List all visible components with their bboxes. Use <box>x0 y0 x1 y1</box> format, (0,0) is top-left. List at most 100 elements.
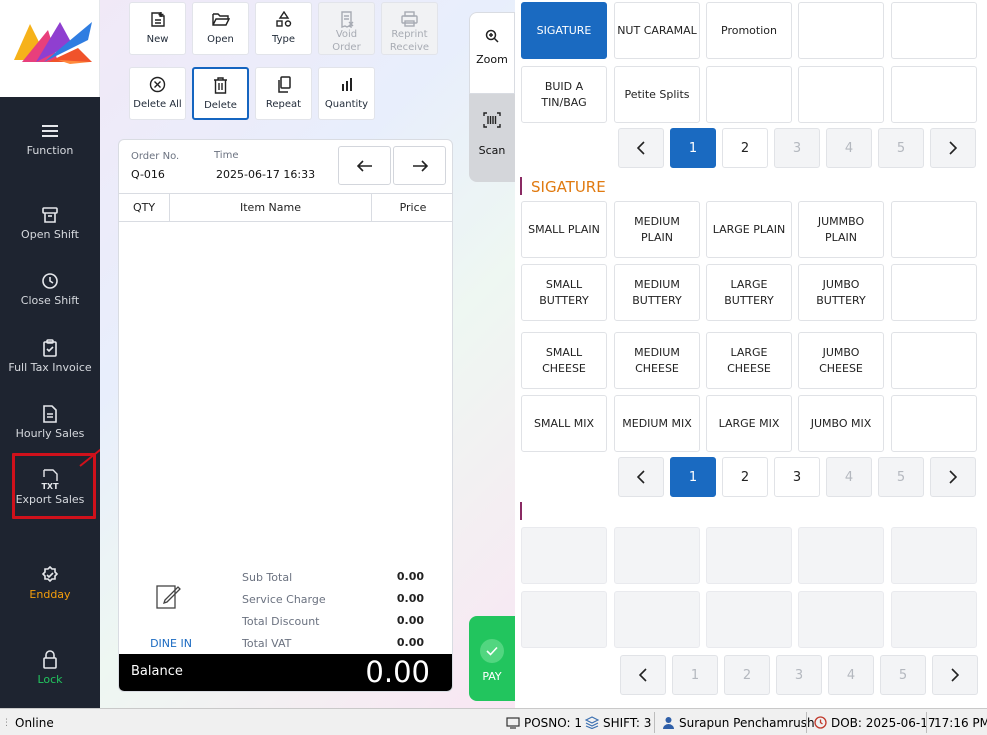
document-icon <box>0 403 100 425</box>
category-next-page-button[interactable] <box>930 128 976 168</box>
zoom-tab[interactable]: Zoom <box>469 12 515 94</box>
delete-all-button[interactable]: Delete All <box>129 67 186 120</box>
balance-bar: Balance 0.00 <box>119 654 452 691</box>
product-page-1[interactable]: 1 <box>670 457 716 497</box>
subtotal-label: Sub Total <box>242 571 293 584</box>
quantity-button[interactable]: Quantity <box>318 67 375 120</box>
category-empty[interactable] <box>798 2 884 59</box>
product-large-cheese[interactable]: LARGE CHEESE <box>706 332 792 389</box>
product-small-mix[interactable]: SMALL MIX <box>521 395 607 452</box>
sidebar-item-endday[interactable]: Endday <box>0 562 100 624</box>
product-jumbo-cheese[interactable]: JUMBO CHEESE <box>798 332 884 389</box>
product-large-plain[interactable]: LARGE PLAIN <box>706 201 792 258</box>
check-icon <box>480 639 504 663</box>
bottom-page-2[interactable]: 2 <box>724 655 770 695</box>
chevron-right-icon <box>949 470 957 484</box>
product-medium-buttery[interactable]: MEDIUM BUTTERY <box>614 264 700 321</box>
sidebar-item-function[interactable]: Function <box>0 118 100 180</box>
next-order-button[interactable] <box>393 146 446 185</box>
scan-tab[interactable]: Scan <box>469 94 515 182</box>
bottom-next-page-button[interactable] <box>932 655 978 695</box>
product-next-page-button[interactable] <box>930 457 976 497</box>
empty-slot <box>614 591 700 648</box>
service-charge-label: Service Charge <box>242 593 326 606</box>
category-empty[interactable] <box>891 2 977 59</box>
edit-note-button[interactable] <box>155 580 181 610</box>
trash-icon <box>194 75 247 95</box>
category-page-5[interactable]: 5 <box>878 128 924 168</box>
open-button[interactable]: Open <box>192 2 249 55</box>
order-no-value: Q-016 <box>131 168 165 181</box>
balance-label: Balance <box>131 664 183 679</box>
dob-status: DOB: 2025-06-17 <box>814 709 936 735</box>
monitor-icon <box>506 716 520 729</box>
category-promotion[interactable]: Promotion <box>706 2 792 59</box>
product-page-4[interactable]: 4 <box>826 457 872 497</box>
sidebar-item-full-tax-invoice[interactable]: Full Tax Invoice <box>0 335 100 397</box>
product-page-5[interactable]: 5 <box>878 457 924 497</box>
pay-button[interactable]: PAY <box>469 616 515 701</box>
product-medium-cheese[interactable]: MEDIUM CHEESE <box>614 332 700 389</box>
bottom-page-4[interactable]: 4 <box>828 655 874 695</box>
product-small-buttery[interactable]: SMALL BUTTERY <box>521 264 607 321</box>
service-charge-value: 0.00 <box>396 592 424 605</box>
category-nut-caramal[interactable]: NUT CARAMAL <box>614 2 700 59</box>
product-page-3[interactable]: 3 <box>774 457 820 497</box>
new-doc-icon <box>130 9 185 29</box>
category-prev-page-button[interactable] <box>618 128 664 168</box>
category-empty[interactable] <box>706 66 792 123</box>
category-page-4[interactable]: 4 <box>826 128 872 168</box>
product-large-mix[interactable]: LARGE MIX <box>706 395 792 452</box>
layers-icon <box>585 716 599 729</box>
bottom-page-1[interactable]: 1 <box>672 655 718 695</box>
clock-icon <box>814 716 827 729</box>
product-jumbo-plain[interactable]: JUMMBO PLAIN <box>798 201 884 258</box>
bottom-prev-page-button[interactable] <box>620 655 666 695</box>
product-empty[interactable] <box>891 201 977 258</box>
dine-in-label[interactable]: DINE IN <box>141 637 201 650</box>
product-small-plain[interactable]: SMALL PLAIN <box>521 201 607 258</box>
repeat-button[interactable]: Repeat <box>255 67 312 120</box>
category-build-a-tin-bag[interactable]: BUID A TIN/BAG <box>521 66 607 123</box>
product-jumbo-buttery[interactable]: JUMBO BUTTERY <box>798 264 884 321</box>
status-bar: ⋮ Online POSNO: 1 SHIFT: 3 Surapun Pench… <box>0 708 987 735</box>
product-empty[interactable] <box>891 264 977 321</box>
reprint-receive-button[interactable]: Reprint Receive <box>381 2 438 55</box>
sidebar-item-label: Function <box>26 144 74 157</box>
category-empty[interactable] <box>798 66 884 123</box>
shapes-icon <box>256 9 311 29</box>
category-empty[interactable] <box>891 66 977 123</box>
category-page-1[interactable]: 1 <box>670 128 716 168</box>
sidebar-item-lock[interactable]: Lock <box>0 647 100 709</box>
category-petite-splits[interactable]: Petite Splits <box>614 66 700 123</box>
product-jumbo-mix[interactable]: JUMBO MIX <box>798 395 884 452</box>
category-sigature[interactable]: SIGATURE <box>521 2 607 59</box>
void-order-button[interactable]: Void Order <box>318 2 375 55</box>
prev-order-button[interactable] <box>338 146 391 185</box>
product-medium-mix[interactable]: MEDIUM MIX <box>614 395 700 452</box>
product-medium-plain[interactable]: MEDIUM PLAIN <box>614 201 700 258</box>
user-icon <box>663 717 674 729</box>
bottom-page-3[interactable]: 3 <box>776 655 822 695</box>
new-button[interactable]: New <box>129 2 186 55</box>
delete-button[interactable]: Delete <box>192 67 249 120</box>
sidebar-item-open-shift[interactable]: Open Shift <box>0 202 100 264</box>
type-button[interactable]: Type <box>255 2 312 55</box>
folder-open-icon <box>193 9 248 29</box>
product-small-cheese[interactable]: SMALL CHEESE <box>521 332 607 389</box>
bottom-page-5[interactable]: 5 <box>880 655 926 695</box>
product-prev-page-button[interactable] <box>618 457 664 497</box>
product-page-2[interactable]: 2 <box>722 457 768 497</box>
category-page-3[interactable]: 3 <box>774 128 820 168</box>
user-status: Surapun Penchamrush <box>662 709 815 735</box>
product-large-buttery[interactable]: LARGE BUTTERY <box>706 264 792 321</box>
product-empty[interactable] <box>891 395 977 452</box>
time-label: Time <box>214 150 239 161</box>
product-empty[interactable] <box>891 332 977 389</box>
sidebar-item-label: Full Tax Invoice <box>8 361 92 374</box>
void-receipt-icon <box>319 9 374 29</box>
category-page-2[interactable]: 2 <box>722 128 768 168</box>
sidebar-item-close-shift[interactable]: Close Shift <box>0 268 100 330</box>
chevron-left-icon <box>637 470 645 484</box>
chevron-left-icon <box>637 141 645 155</box>
